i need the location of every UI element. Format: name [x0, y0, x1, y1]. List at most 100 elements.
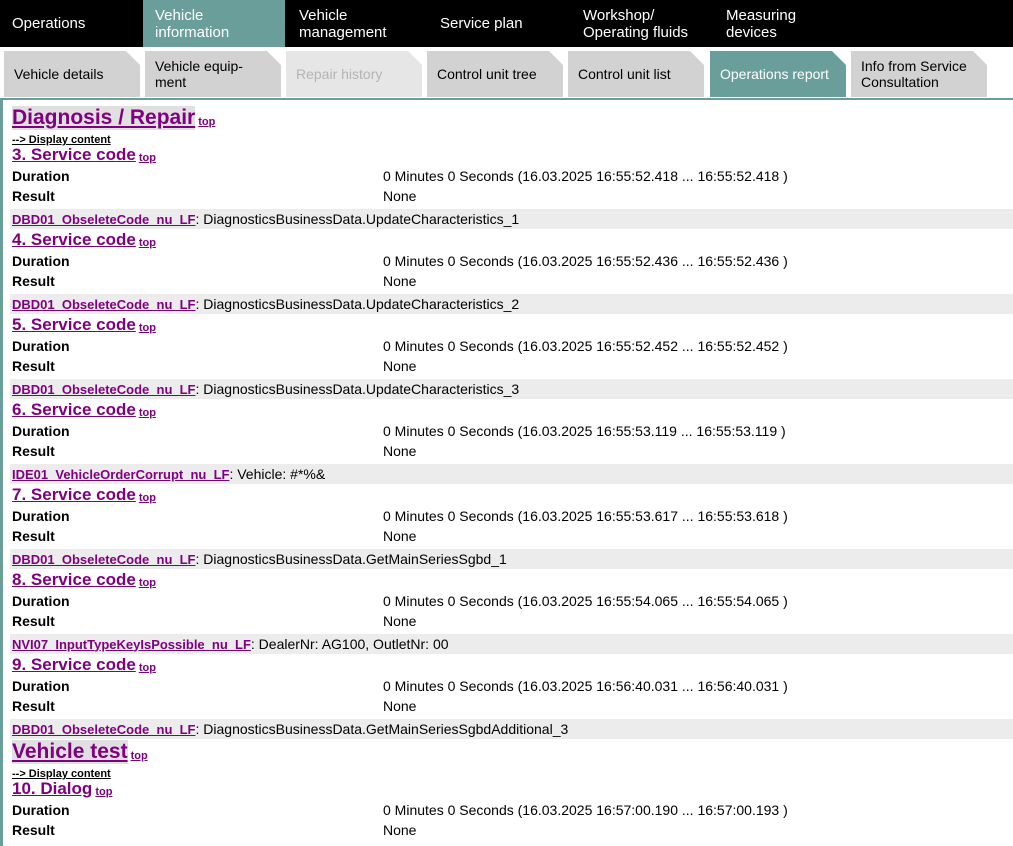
subtab-control-unit-list[interactable]: Control unit list — [568, 51, 704, 97]
section-header: 4. Service code top — [12, 229, 1013, 251]
nav-tab-label: Operations — [12, 15, 86, 32]
top-link[interactable]: top — [139, 152, 156, 164]
top-link[interactable]: top — [139, 662, 156, 674]
result-label: Result — [12, 443, 55, 459]
fault-message-text: : DiagnosticsBusinessData.UpdateCharacte… — [195, 381, 520, 397]
result-value: None — [383, 822, 417, 838]
duration-value: 0 Minutes 0 Seconds (16.03.2025 16:55:52… — [383, 168, 788, 184]
fault-message-row: DBD01_ObseleteCode_nu_LF: DiagnosticsBus… — [10, 379, 1013, 399]
result-row: Result None — [12, 271, 1013, 291]
subtab-vehicle-equipment[interactable]: Vehicle equip-ment — [145, 51, 281, 97]
top-link[interactable]: top — [198, 116, 215, 128]
subtab-label: Vehicle details — [14, 66, 104, 82]
fault-code-link[interactable]: DBD01_ObseleteCode_nu_LF — [12, 212, 196, 227]
result-row: Result None — [12, 696, 1013, 716]
duration-row: Duration 0 Minutes 0 Seconds (16.03.2025 … — [12, 676, 1013, 696]
report-group-title[interactable]: Vehicle test — [12, 740, 128, 764]
top-link[interactable]: top — [139, 407, 156, 419]
section-title[interactable]: 8. Service code — [12, 569, 136, 591]
report-group-header: Vehicle test top — [12, 739, 1013, 764]
section-header: 3. Service code top — [12, 144, 1013, 166]
result-label: Result — [12, 188, 55, 204]
top-link[interactable]: top — [131, 750, 148, 762]
report-section: 9. Service code top Duration 0 Minutes 0 Se… — [10, 654, 1013, 739]
result-value: None — [383, 528, 417, 544]
subtab-info-from-service-consultation[interactable]: Info from Service Consultation — [851, 51, 987, 97]
result-row: Result None — [12, 186, 1013, 206]
nav-tab-measuring-devices[interactable]: Measuring devices — [714, 0, 855, 47]
fault-message-text: : DiagnosticsBusinessData.UpdateCharacte… — [195, 296, 520, 312]
result-row: Result None — [12, 820, 1013, 840]
content-left-border — [0, 100, 3, 846]
section-title[interactable]: 3. Service code — [12, 144, 136, 166]
result-row: Result None — [12, 356, 1013, 376]
duration-label: Duration — [12, 508, 70, 524]
report-group-title[interactable]: Diagnosis / Repair — [12, 106, 196, 130]
result-label: Result — [12, 698, 55, 714]
display-content-row: --> Display content — [12, 130, 1013, 146]
nav-tab-service-plan[interactable]: Service plan — [428, 0, 569, 47]
top-link[interactable]: top — [139, 322, 156, 334]
report-section: 4. Service code top Duration 0 Minutes 0 Se… — [10, 229, 1013, 314]
display-content-row: --> Display content — [12, 764, 1013, 780]
section-title[interactable]: 5. Service code — [12, 314, 136, 336]
nav-tab-workshop-operating-fluids[interactable]: Workshop/Operating fluids — [571, 0, 712, 47]
nav-tab-vehicle-management[interactable]: Vehicle management — [287, 0, 426, 47]
result-value: None — [383, 273, 417, 289]
nav-tab-label: Workshop/ — [583, 6, 655, 24]
report-section: 6. Service code top Duration 0 Minutes 0 Se… — [10, 399, 1013, 484]
fault-code-link[interactable]: IDE01_VehicleOrderCorrupt_nu_LF — [12, 467, 229, 482]
result-row: Result None — [12, 611, 1013, 631]
section-title[interactable]: 6. Service code — [12, 399, 136, 421]
nav-tab-label: Operating fluids — [583, 23, 689, 41]
top-link[interactable]: top — [95, 786, 112, 798]
nav-tab-empty — [857, 0, 997, 47]
section-title[interactable]: 4. Service code — [12, 229, 136, 251]
top-link[interactable]: top — [139, 577, 156, 589]
section-title[interactable]: 7. Service code — [12, 484, 136, 506]
nav-tab-label: Vehicle information — [155, 6, 230, 41]
fault-code-link[interactable]: DBD01_ObseleteCode_nu_LF — [12, 552, 196, 567]
nav-tab-label: Vehicle — [299, 6, 348, 24]
duration-row: Duration 0 Minutes 0 Seconds (16.03.2025 … — [12, 166, 1013, 186]
fault-code-link[interactable]: DBD01_ObseleteCode_nu_LF — [12, 722, 196, 737]
nav-tab-label: Service plan — [440, 15, 523, 32]
result-label: Result — [12, 613, 55, 629]
fault-message-row: IDE01_VehicleOrderCorrupt_nu_LF: Vehicle… — [10, 464, 1013, 484]
fault-code-link[interactable]: DBD01_ObseleteCode_nu_LF — [12, 297, 196, 312]
duration-label: Duration — [12, 593, 70, 609]
section-title[interactable]: 9. Service code — [12, 654, 136, 676]
subtab-operations-report[interactable]: Operations report — [710, 51, 846, 97]
result-row: Result None — [12, 526, 1013, 546]
subnav-divider — [0, 98, 1013, 100]
result-label: Result — [12, 358, 55, 374]
top-link[interactable]: top — [139, 492, 156, 504]
nav-tab-operations[interactable]: Operations — [0, 0, 141, 47]
main-navigation: Operations Vehicle information Vehicle ma… — [0, 0, 1013, 47]
fault-code-link[interactable]: DBD01_ObseleteCode_nu_LF — [12, 382, 196, 397]
fault-message-row: DBD01_ObseleteCode_nu_LF: DiagnosticsBus… — [10, 209, 1013, 229]
subtab-label: Repair history — [296, 66, 383, 82]
duration-label: Duration — [12, 338, 70, 354]
result-label: Result — [12, 528, 55, 544]
duration-value: 0 Minutes 0 Seconds (16.03.2025 16:57:00… — [383, 802, 788, 818]
fault-message-text: : DealerNr: AG100, OutletNr: 00 — [250, 636, 449, 652]
fault-message-text: : DiagnosticsBusinessData.UpdateCharacte… — [195, 211, 520, 227]
duration-value: 0 Minutes 0 Seconds (16.03.2025 16:55:52… — [383, 338, 788, 354]
nav-tab-label: management — [299, 23, 387, 41]
duration-value: 0 Minutes 0 Seconds (16.03.2025 16:55:54… — [383, 593, 788, 609]
fault-message-row: DBD01_ObseleteCode_nu_LF: DiagnosticsBus… — [10, 549, 1013, 569]
section-header: 10. Dialog top — [12, 778, 1013, 800]
duration-row: Duration 0 Minutes 0 Seconds (16.03.2025 … — [12, 336, 1013, 356]
nav-tab-vehicle-information[interactable]: Vehicle information — [143, 0, 285, 47]
section-title[interactable]: 10. Dialog — [12, 778, 92, 800]
subtab-control-unit-tree[interactable]: Control unit tree — [427, 51, 563, 97]
top-link[interactable]: top — [139, 237, 156, 249]
duration-row: Duration 0 Minutes 0 Seconds (16.03.2025 … — [12, 251, 1013, 271]
duration-value: 0 Minutes 0 Seconds (16.03.2025 16:56:40… — [383, 678, 788, 694]
report-section: 10. Dialog top Duration 0 Minutes 0 Seconds… — [12, 778, 1013, 840]
fault-code-link[interactable]: NVI07_InputTypeKeyIsPossible_nu_LF — [12, 637, 251, 652]
fault-message-text: : DiagnosticsBusinessData.GetMainSeriesS… — [195, 721, 569, 737]
duration-row: Duration 0 Minutes 0 Seconds (16.03.2025 … — [12, 421, 1013, 441]
subtab-vehicle-details[interactable]: Vehicle details — [4, 51, 140, 97]
